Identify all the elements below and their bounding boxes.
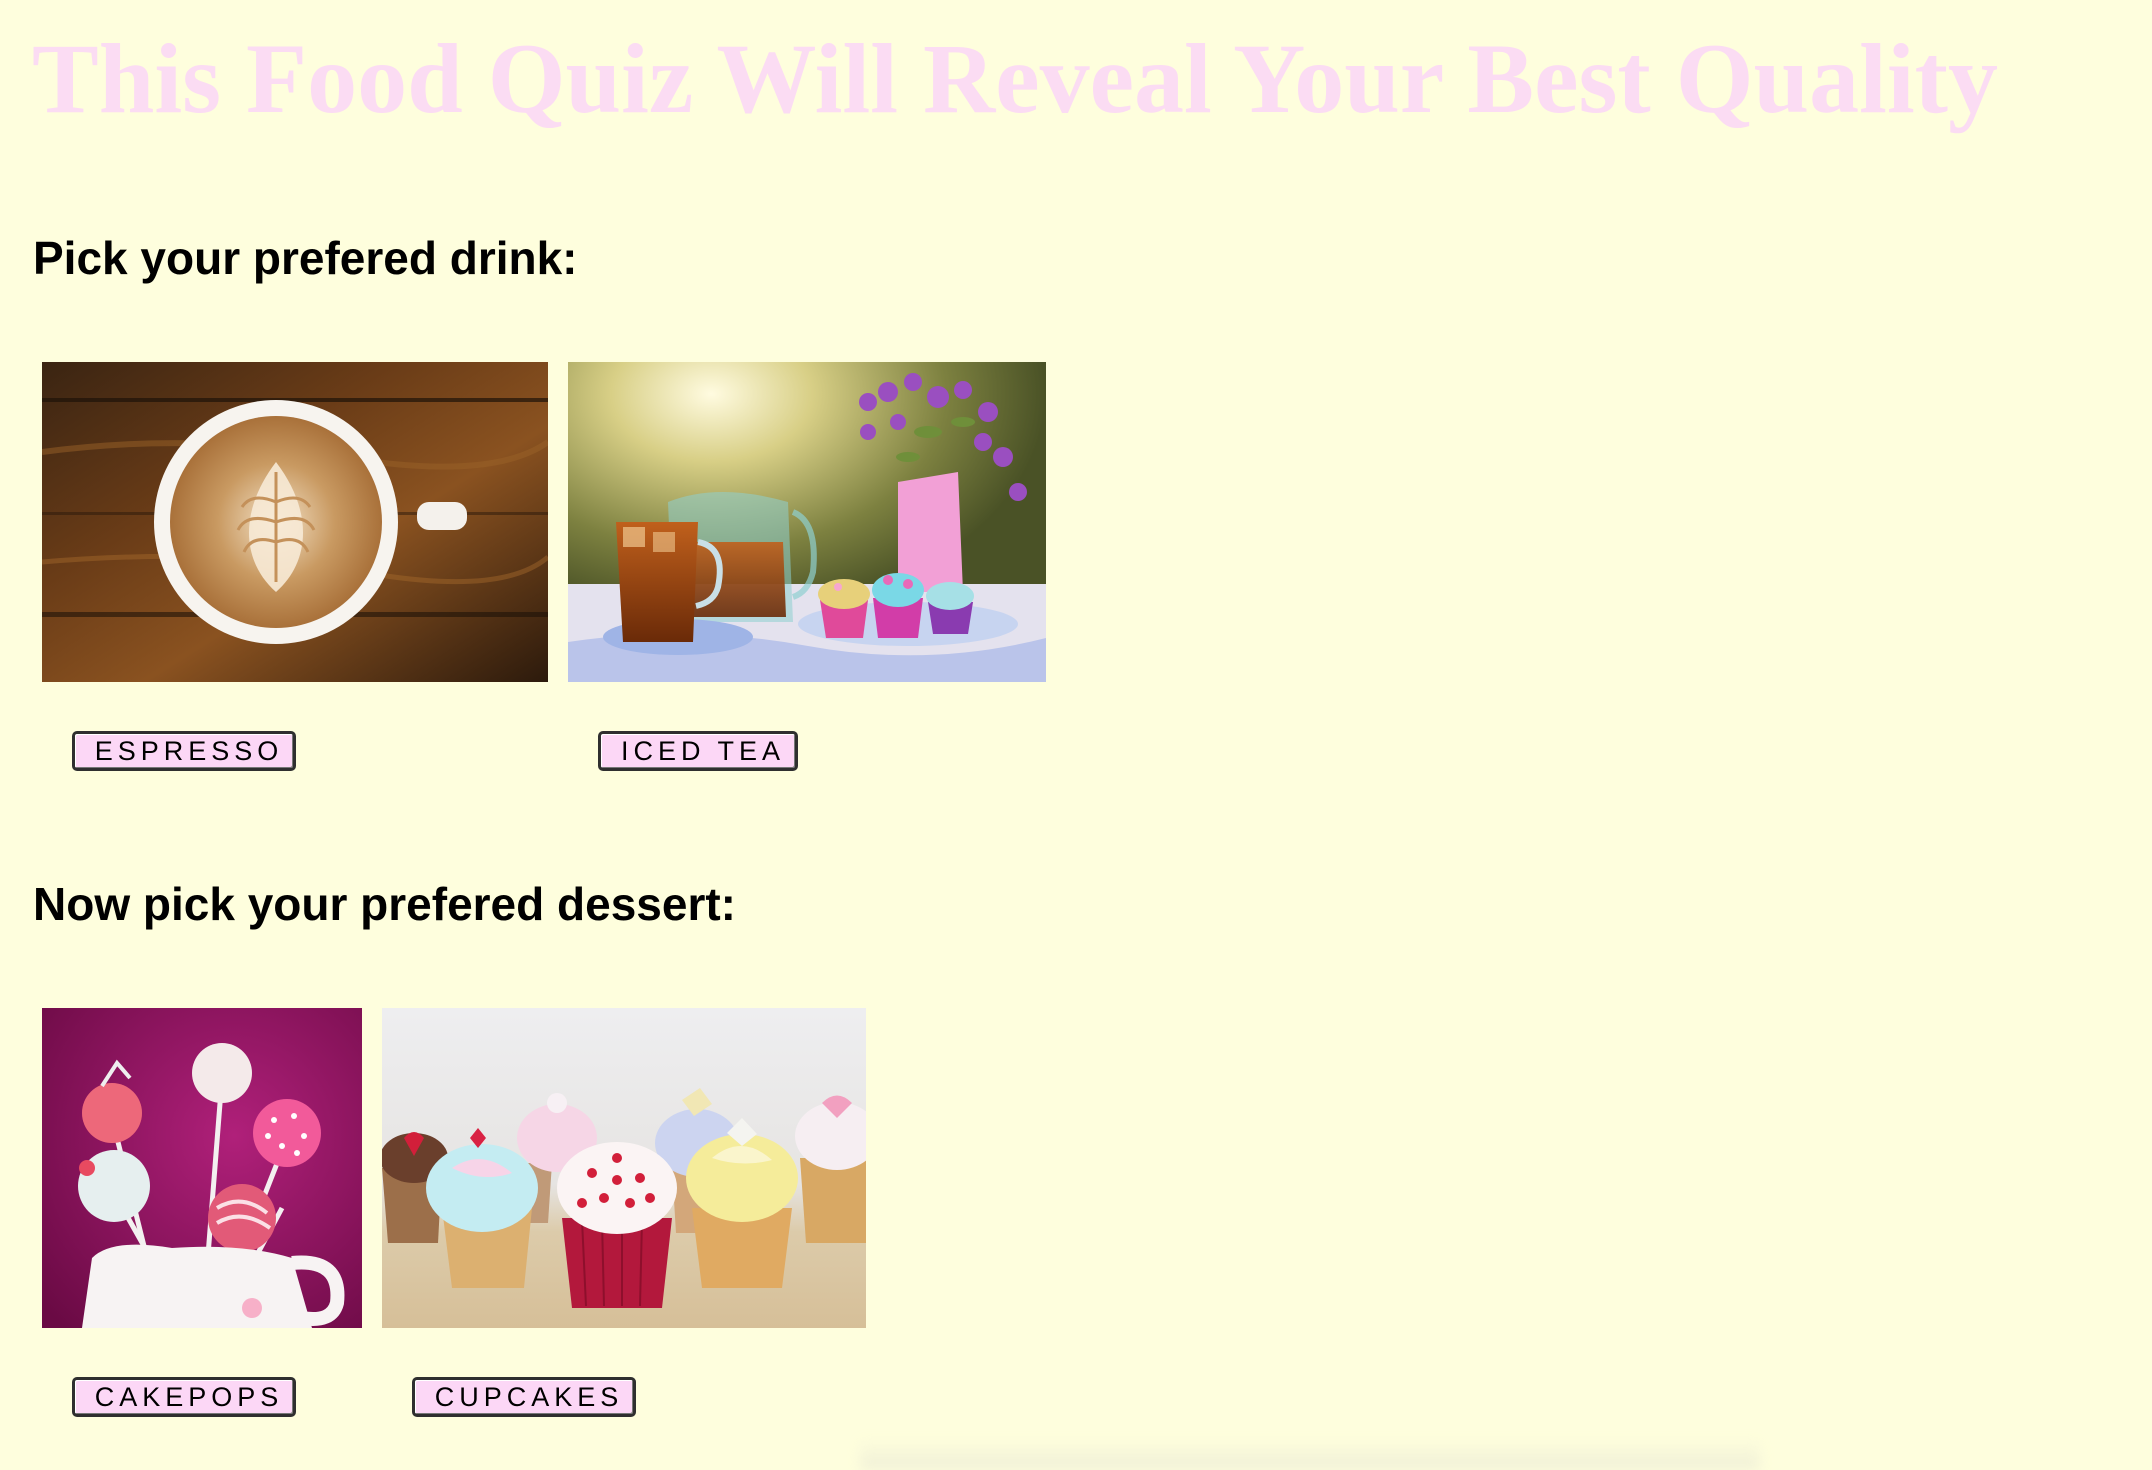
cakepops-button[interactable]: CAKEPOPS: [72, 1377, 296, 1417]
iced-tea-and-cupcakes-photo: [568, 362, 1046, 682]
iced-tea-image[interactable]: [568, 362, 1046, 682]
drink-section-heading: Pick your prefered drink:: [33, 232, 578, 284]
page-title: This Food Quiz Will Reveal Your Best Qua…: [32, 23, 1998, 134]
cupcakes-button[interactable]: CUPCAKES: [412, 1377, 636, 1417]
cake-pops-photo: [42, 1008, 362, 1328]
espresso-button[interactable]: ESPRESSO: [72, 731, 296, 771]
espresso-image[interactable]: [42, 362, 548, 682]
cupcakes-image[interactable]: [382, 1008, 866, 1328]
bottom-shadow: [860, 1438, 1760, 1470]
latte-art-coffee-cup-photo: [42, 362, 548, 682]
iced-tea-button[interactable]: ICED TEA: [598, 731, 798, 771]
cakepops-image[interactable]: [42, 1008, 362, 1328]
dessert-section-heading: Now pick your prefered dessert:: [33, 878, 736, 930]
cupcakes-photo: [382, 1008, 866, 1328]
